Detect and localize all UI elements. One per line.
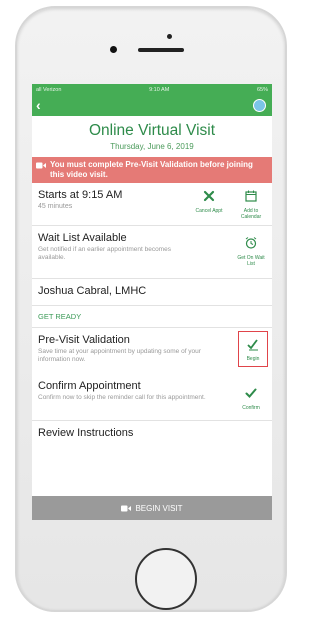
visit-date: Thursday, June 6, 2019	[110, 142, 194, 151]
status-bar: all Verizon 9:10 AM 65%	[32, 84, 272, 96]
earpiece-speaker	[138, 48, 184, 52]
alarm-clock-icon	[245, 237, 257, 249]
clock-text: 9:10 AM	[149, 87, 170, 93]
pre-visit-title: Pre-Visit Validation	[38, 334, 130, 346]
confirm-title: Confirm Appointment	[38, 380, 141, 392]
confirm-appointment-row: Confirm Appointment Confirm now to skip …	[32, 374, 272, 421]
review-instructions-row[interactable]: Review Instructions	[32, 421, 272, 447]
calendar-label: Add to Calendar	[240, 208, 262, 220]
globe-icon[interactable]	[253, 99, 266, 112]
provider-name: Joshua Cabral, LMHC	[38, 285, 147, 297]
begin-visit-label: BEGIN VISIT	[135, 503, 183, 513]
get-ready-section-header: GET READY	[32, 306, 272, 328]
proximity-sensor	[167, 34, 172, 39]
pre-visit-validation-row: Pre-Visit Validation Save time at your a…	[32, 328, 272, 374]
begin-validation-button[interactable]: Begin	[238, 331, 268, 367]
checkmark-icon	[245, 388, 257, 398]
page-title: Online Virtual Visit	[88, 122, 216, 139]
video-camera-icon	[36, 162, 46, 169]
home-button[interactable]	[135, 548, 197, 610]
cancel-label: Cancel Appt	[195, 208, 223, 214]
begin-visit-button[interactable]: BEGIN VISIT	[32, 496, 272, 520]
battery-text: 65%	[256, 87, 268, 93]
duration-text: 45 minutes	[38, 203, 73, 210]
wait-list-description: Get notified if an earlier appointment b…	[38, 246, 171, 261]
video-camera-icon	[121, 505, 132, 511]
x-icon	[203, 190, 215, 202]
start-time: Starts at 9:15 AM	[38, 189, 123, 201]
wait-list-title: Wait List Available	[38, 232, 127, 244]
confirm-action-label: Confirm	[242, 405, 260, 411]
wait-list-action-label: Get On Wait List	[237, 255, 265, 267]
appointment-time-row: Starts at 9:15 AM 45 minutes Cancel Appt…	[32, 183, 272, 226]
provider-row: Joshua Cabral, LMHC	[32, 279, 272, 306]
confirm-appointment-button[interactable]: Confirm	[236, 386, 266, 411]
get-on-wait-list-button[interactable]: Get On Wait List	[236, 236, 266, 267]
app-screen: all Verizon 9:10 AM 65% ‹ Online Virtual…	[32, 84, 272, 520]
checklist-pencil-icon	[247, 339, 258, 351]
nav-bar: ‹	[32, 96, 272, 116]
wait-list-row: Wait List Available Get notified if an e…	[32, 226, 272, 279]
review-instructions-title: Review Instructions	[38, 427, 134, 439]
begin-label: Begin	[246, 356, 260, 362]
calendar-icon	[245, 190, 257, 202]
carrier-text: all Verizon	[36, 87, 62, 93]
front-camera	[110, 46, 117, 53]
cancel-appointment-button[interactable]: Cancel Appt	[194, 189, 224, 214]
add-to-calendar-button[interactable]: Add to Calendar	[236, 189, 266, 220]
confirm-description: Confirm now to skip the reminder call fo…	[38, 394, 206, 401]
pre-visit-description: Save time at your appointment by updatin…	[38, 348, 201, 363]
alert-text: You must complete Pre-Visit Validation b…	[50, 160, 253, 179]
validation-alert-banner: You must complete Pre-Visit Validation b…	[32, 157, 272, 183]
back-chevron-icon[interactable]: ‹	[36, 97, 41, 113]
